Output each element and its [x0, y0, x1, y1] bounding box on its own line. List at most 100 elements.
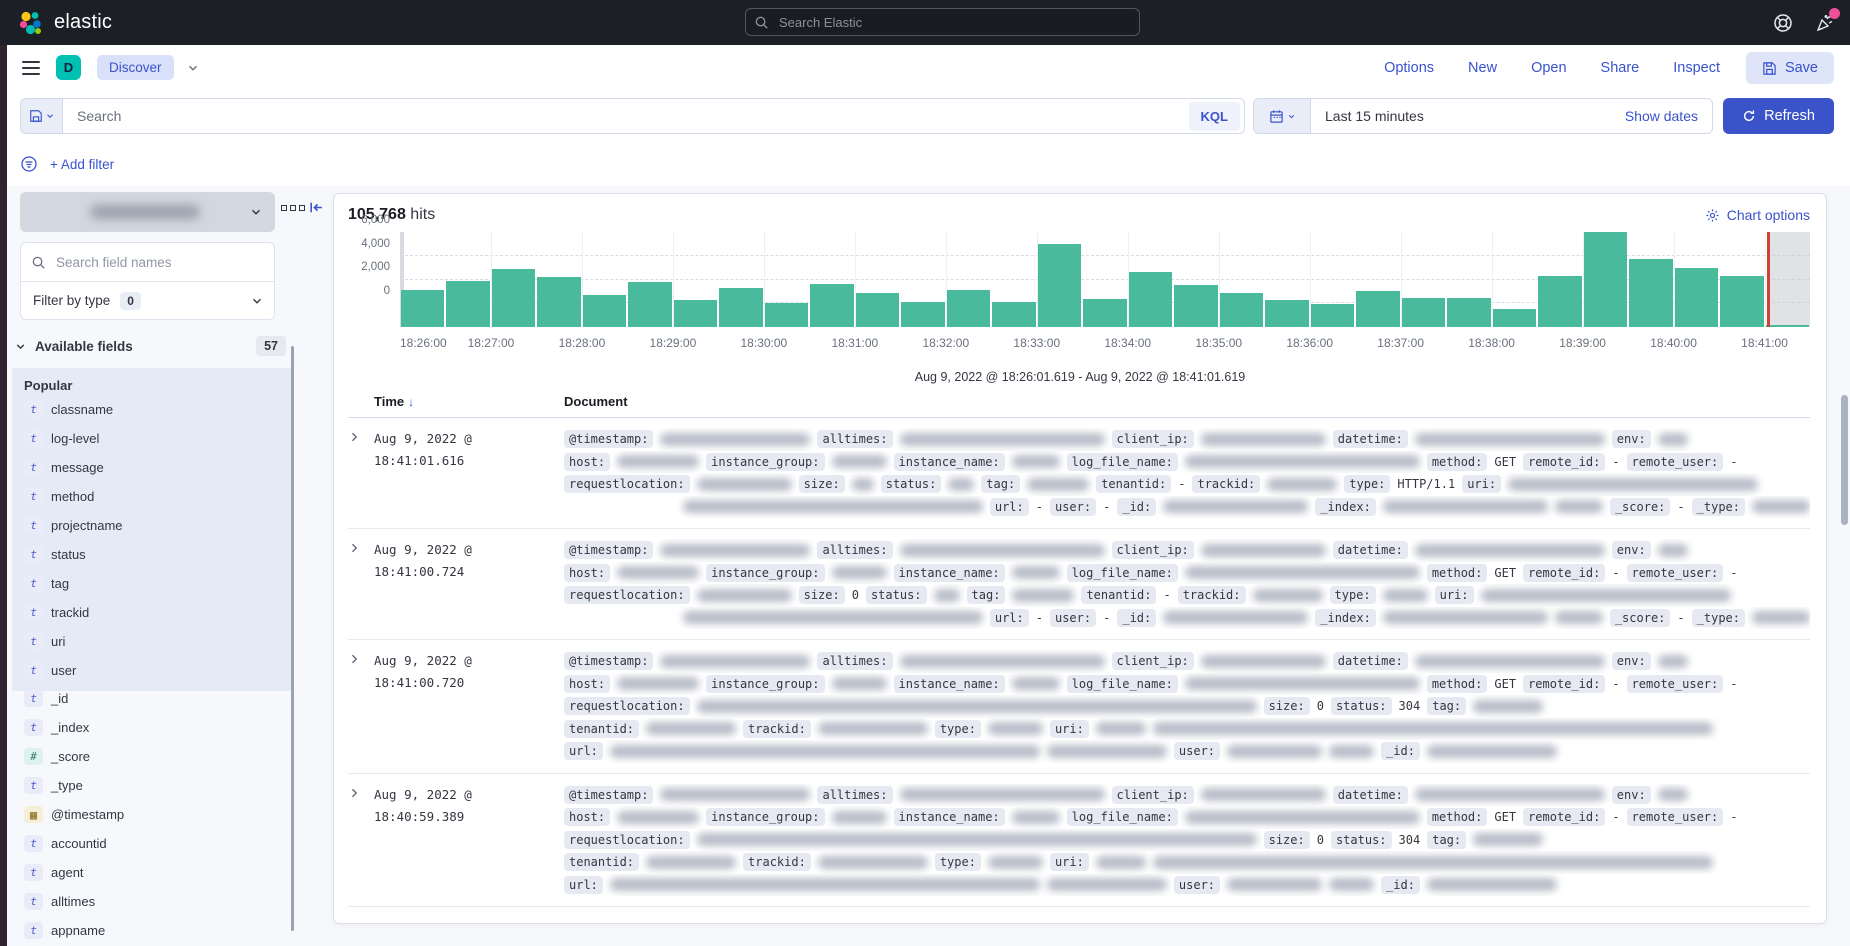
field-item-status[interactable]: tstatus: [12, 540, 292, 569]
space-badge[interactable]: D: [56, 55, 81, 80]
histogram-bar-18:37:00[interactable]: [1402, 298, 1445, 327]
index-pattern-select[interactable]: [20, 192, 275, 232]
field-item-uri[interactable]: turi: [12, 627, 292, 656]
field-search-input[interactable]: [54, 254, 238, 271]
page-scrollbar[interactable]: [1841, 395, 1848, 525]
field-item-appname[interactable]: tappname: [12, 916, 292, 945]
options-button[interactable]: Options: [1384, 60, 1434, 76]
histogram-bar-18:32:30[interactable]: [992, 302, 1035, 327]
filter-by-type[interactable]: Filter by type 0: [20, 281, 275, 320]
expand-row-icon[interactable]: [348, 650, 374, 763]
field-item-projectname[interactable]: tprojectname: [12, 511, 292, 540]
histogram-bar-18:31:30[interactable]: [901, 302, 944, 327]
histogram-bar-18:40:30[interactable]: [1720, 276, 1763, 327]
histogram-plot[interactable]: [400, 232, 1810, 327]
histogram-bar-18:33:30[interactable]: [1083, 299, 1126, 328]
field-item-@timestamp[interactable]: ▦@timestamp: [12, 800, 292, 829]
global-search-input[interactable]: [777, 14, 1131, 31]
global-search[interactable]: [745, 8, 1140, 36]
redacted-value: [832, 677, 887, 690]
new-button[interactable]: New: [1468, 60, 1497, 76]
histogram-bar-18:36:00[interactable]: [1311, 304, 1354, 327]
histogram-bar-18:34:00[interactable]: [1129, 272, 1172, 327]
histogram-bar-18:26:30[interactable]: [446, 281, 489, 327]
histogram-bar-18:40:00[interactable]: [1675, 268, 1718, 327]
histogram-bar-18:26:00[interactable]: [401, 290, 444, 327]
chevron-down-icon[interactable]: [186, 61, 200, 75]
redacted-value: [1096, 722, 1146, 735]
saved-query-icon[interactable]: [20, 98, 62, 134]
time-range-value[interactable]: Last 15 minutes: [1325, 108, 1424, 124]
menu-icon[interactable]: [22, 57, 40, 79]
histogram-bar-18:28:30[interactable]: [628, 282, 671, 327]
filter-icon[interactable]: [20, 155, 38, 173]
show-dates-button[interactable]: Show dates: [1625, 108, 1698, 124]
field-item-alltimes[interactable]: talltimes: [12, 887, 292, 916]
histogram-bar-18:41:00[interactable]: [1766, 325, 1809, 327]
open-button[interactable]: Open: [1531, 60, 1566, 76]
histogram-bar-18:33:00[interactable]: [1038, 244, 1081, 327]
field-item-accountid[interactable]: taccountid: [12, 829, 292, 858]
field-name: _score: [51, 749, 90, 764]
histogram-bar-18:29:30[interactable]: [719, 288, 762, 327]
refresh-button[interactable]: Refresh: [1723, 98, 1834, 134]
save-button[interactable]: Save: [1746, 52, 1834, 84]
share-button[interactable]: Share: [1601, 60, 1640, 76]
breadcrumb[interactable]: Discover: [97, 55, 174, 80]
collapse-sidebar-icon[interactable]: [308, 199, 325, 216]
histogram-bar-18:38:00[interactable]: [1493, 309, 1536, 327]
field-item-trackid[interactable]: ttrackid: [12, 598, 292, 627]
histogram-bar-18:39:30[interactable]: [1629, 259, 1672, 327]
field-item-_id[interactable]: t_id: [12, 684, 292, 713]
histogram-bar-18:32:00[interactable]: [947, 290, 990, 327]
field-item-_index[interactable]: t_index: [12, 713, 292, 742]
available-fields-header[interactable]: Available fields 57: [14, 336, 286, 356]
field-item-method[interactable]: tmethod: [12, 482, 292, 511]
histogram-bar-18:39:00[interactable]: [1584, 232, 1627, 327]
histogram-bar-18:30:30[interactable]: [810, 284, 853, 327]
kql-language-button[interactable]: KQL: [1189, 102, 1240, 131]
chart-options-button[interactable]: Chart options: [1705, 207, 1810, 223]
field-item-message[interactable]: tmessage: [12, 453, 292, 482]
field-item-_type[interactable]: t_type: [12, 771, 292, 800]
histogram-bar-18:35:00[interactable]: [1220, 293, 1263, 327]
row-document: @timestamp:alltimes:client_ip:datetime:e…: [564, 784, 1810, 897]
sort-descending-icon[interactable]: ↓: [408, 395, 414, 409]
field-item-tag[interactable]: ttag: [12, 569, 292, 598]
histogram-chart: 02,0004,0006,000 18:26:0018:27:0018:28:0…: [348, 232, 1810, 364]
histogram-bar-18:28:00[interactable]: [583, 295, 626, 327]
app-nav-bar: D Discover Options New Open Share Inspec…: [0, 45, 1850, 91]
histogram-bar-18:30:00[interactable]: [765, 303, 808, 327]
kql-search-input[interactable]: [75, 107, 1189, 125]
histogram-bar-18:34:30[interactable]: [1174, 285, 1217, 327]
inspect-button[interactable]: Inspect: [1673, 60, 1720, 76]
field-item-_score[interactable]: #_score: [12, 742, 292, 771]
histogram-bar-18:38:30[interactable]: [1538, 276, 1581, 327]
search-icon: [754, 15, 769, 30]
histogram-bar-18:37:30[interactable]: [1447, 298, 1490, 327]
elastic-brand[interactable]: elastic: [18, 10, 112, 36]
histogram-bar-18:27:30[interactable]: [537, 277, 580, 327]
calendar-icon[interactable]: [1254, 99, 1311, 133]
field-item-classname[interactable]: tclassname: [12, 395, 292, 424]
sidebar-scrollbar[interactable]: [291, 346, 294, 931]
histogram-bar-18:35:30[interactable]: [1265, 300, 1308, 327]
add-filter-button[interactable]: + Add filter: [50, 157, 114, 172]
field-item-user[interactable]: tuser: [12, 656, 292, 685]
help-icon[interactable]: [1772, 12, 1794, 34]
histogram-bar-18:27:00[interactable]: [492, 269, 535, 327]
histogram-bar-18:29:00[interactable]: [674, 300, 717, 327]
histogram-bar-18:31:00[interactable]: [856, 293, 899, 327]
news-icon[interactable]: [1814, 12, 1836, 34]
field-item-log-level[interactable]: tlog-level: [12, 424, 292, 453]
histogram-bar-18:36:30[interactable]: [1356, 291, 1399, 327]
expand-row-icon[interactable]: [348, 428, 374, 518]
field-name: _type: [51, 778, 83, 793]
time-column-header[interactable]: Time↓: [374, 394, 564, 409]
expand-row-icon[interactable]: [348, 784, 374, 897]
doc-field-datetime: datetime:: [1333, 652, 1408, 670]
field-item-agent[interactable]: tagent: [12, 858, 292, 887]
boxes-more-icon[interactable]: [281, 205, 305, 211]
expand-row-icon[interactable]: [348, 539, 374, 629]
doc-field-type: type:: [1330, 586, 1376, 604]
